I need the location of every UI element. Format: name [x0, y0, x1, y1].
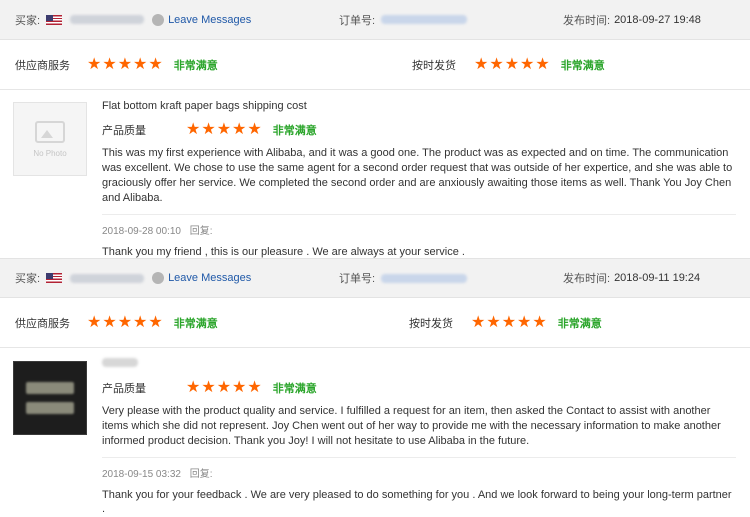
supplier-service-rating: 供应商服务 ★ ★ ★ ★ ★ 非常满意	[15, 298, 218, 347]
star-icon: ★	[247, 379, 262, 396]
buyer-label: 买家:	[15, 273, 41, 285]
leave-messages-link[interactable]: Leave Messages	[168, 14, 251, 26]
review-header: 买家: Leave Messages 订单号: 发布时间: 2018-09-27…	[0, 0, 750, 40]
star-rating: ★ ★ ★ ★ ★	[186, 122, 262, 138]
user-status-icon	[152, 272, 165, 284]
review-card: 买家: Leave Messages 订单号: 发布时间: 2018-09-27…	[0, 0, 750, 258]
satisfaction-text: 非常满意	[173, 59, 218, 72]
on-time-label: 按时发货	[409, 317, 453, 330]
buyer-label: 买家:	[15, 14, 41, 27]
star-icon: ★	[102, 55, 117, 73]
image-placeholder-icon	[35, 120, 65, 143]
star-icon: ★	[532, 313, 547, 331]
leave-messages-link[interactable]: Leave Messages	[168, 272, 251, 284]
us-flag-icon	[46, 273, 63, 283]
star-icon: ★	[486, 313, 501, 331]
time-label: 发布时间:	[563, 14, 611, 27]
product-thumbnail[interactable]	[13, 361, 87, 435]
star-icon: ★	[504, 55, 520, 73]
reply-text: Thank you for your feedback . We are ver…	[102, 489, 732, 515]
review-card: 买家: Leave Messages 订单号: 发布时间: 2018-09-11…	[0, 258, 750, 517]
service-ratings: 供应商服务 ★ ★ ★ ★ ★ 非常满意 按时发货 ★ ★ ★ ★ ★ 非常满意	[0, 298, 750, 348]
star-icon: ★	[102, 313, 117, 331]
star-icon: ★	[87, 55, 102, 73]
on-time-rating: 按时发货 ★ ★ ★ ★ ★ 非常满意	[412, 40, 605, 89]
star-icon: ★	[501, 313, 517, 331]
star-icon: ★	[148, 313, 163, 331]
product-title[interactable]: Flat bottom kraft paper bags shipping co…	[102, 100, 736, 112]
star-icon: ★	[133, 55, 148, 73]
on-time-label: 按时发货	[412, 59, 456, 72]
supplier-service-label: 供应商服务	[15, 317, 70, 330]
seller-reply: 2018-09-28 00:10 回复: Thank you my friend…	[102, 214, 736, 259]
star-icon: ★	[201, 379, 216, 396]
star-icon: ★	[186, 379, 201, 396]
quality-label: 产品质量	[102, 383, 146, 395]
time-label: 发布时间:	[563, 273, 611, 285]
thumbnail-image-redacted	[26, 402, 74, 414]
product-title[interactable]	[102, 358, 736, 370]
user-status-icon	[152, 13, 165, 26]
star-icon: ★	[232, 379, 247, 396]
reply-text: Thank you my friend , this is our pleasu…	[102, 246, 465, 258]
star-icon: ★	[474, 55, 489, 73]
reply-time: 2018-09-28 00:10	[102, 226, 181, 237]
satisfaction-text: 非常满意	[272, 383, 317, 395]
star-icon: ★	[186, 121, 201, 138]
star-icon: ★	[117, 55, 133, 73]
order-label: 订单号:	[339, 273, 376, 285]
quality-label: 产品质量	[102, 125, 146, 137]
buyer-name-redacted	[70, 273, 145, 283]
star-rating: ★ ★ ★ ★ ★	[87, 55, 163, 73]
seller-reply: 2018-09-15 03:32 回复: Thank you for your …	[102, 457, 736, 516]
order-number-redacted[interactable]	[381, 15, 468, 24]
star-icon: ★	[247, 121, 262, 138]
time-value: 2018-09-27 19:48	[614, 13, 701, 26]
star-icon: ★	[117, 313, 133, 331]
product-quality-rating: 产品质量 ★ ★ ★ ★ ★ 非常满意	[102, 380, 736, 396]
no-photo-text: No Photo	[33, 148, 67, 158]
star-icon: ★	[517, 313, 532, 331]
star-icon: ★	[489, 55, 504, 73]
thumbnail-image-redacted	[26, 382, 74, 394]
star-rating: ★ ★ ★ ★ ★	[87, 313, 163, 331]
star-icon: ★	[216, 379, 232, 396]
order-number-redacted[interactable]	[381, 273, 468, 283]
service-ratings: 供应商服务 ★ ★ ★ ★ ★ 非常满意 按时发货 ★ ★ ★ ★ ★ 非常满意	[0, 40, 750, 90]
star-rating: ★ ★ ★ ★ ★	[474, 55, 550, 73]
product-quality-rating: 产品质量 ★ ★ ★ ★ ★ 非常满意	[102, 122, 736, 138]
reply-time: 2018-09-15 03:32	[102, 469, 181, 480]
supplier-service-rating: 供应商服务 ★ ★ ★ ★ ★ 非常满意	[15, 40, 218, 89]
satisfaction-text: 非常满意	[560, 59, 605, 72]
reply-label: 回复:	[189, 469, 213, 480]
product-thumbnail[interactable]: No Photo	[13, 102, 87, 176]
star-icon: ★	[471, 313, 486, 331]
star-icon: ★	[87, 313, 102, 331]
review-comment: This was my first experience with Alibab…	[102, 147, 733, 204]
star-icon: ★	[201, 121, 216, 138]
time-value: 2018-09-11 19:24	[614, 272, 701, 284]
reply-label: 回复:	[189, 226, 213, 237]
star-icon: ★	[148, 55, 163, 73]
buyer-name-redacted	[70, 15, 145, 24]
star-icon: ★	[232, 121, 247, 138]
review-header: 买家: Leave Messages 订单号: 发布时间: 2018-09-11…	[0, 258, 750, 298]
star-icon: ★	[133, 313, 148, 331]
star-rating: ★ ★ ★ ★ ★	[186, 380, 262, 396]
satisfaction-text: 非常满意	[557, 317, 602, 330]
star-icon: ★	[535, 55, 550, 73]
star-icon: ★	[216, 121, 232, 138]
review-comment: Very please with the product quality and…	[102, 405, 721, 447]
product-title-redacted	[102, 358, 138, 367]
star-rating: ★ ★ ★ ★ ★	[471, 313, 547, 331]
star-icon: ★	[520, 55, 535, 73]
us-flag-icon	[46, 14, 63, 25]
on-time-rating: 按时发货 ★ ★ ★ ★ ★ 非常满意	[409, 298, 602, 347]
order-label: 订单号:	[339, 14, 376, 27]
supplier-service-label: 供应商服务	[15, 59, 70, 72]
satisfaction-text: 非常满意	[272, 125, 317, 137]
satisfaction-text: 非常满意	[173, 317, 218, 330]
